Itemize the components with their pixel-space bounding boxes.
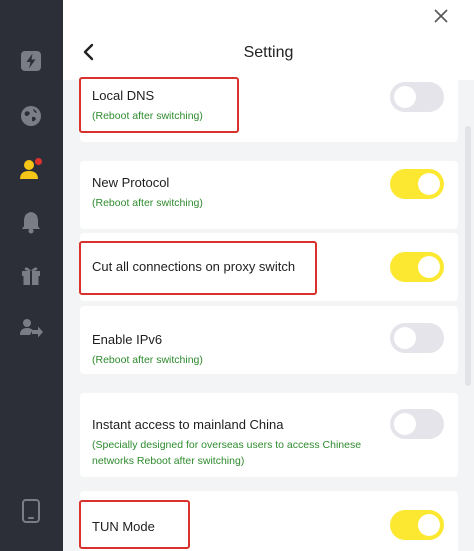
cut-connections-toggle[interactable] <box>390 252 444 282</box>
local-dns-toggle[interactable] <box>390 82 444 112</box>
bell-icon <box>22 212 40 234</box>
new-protocol-toggle[interactable] <box>390 169 444 199</box>
setting-enable-ipv6: Enable IPv6 (Reboot after switching) <box>80 306 458 374</box>
sidebar-item-device[interactable] <box>16 496 46 526</box>
sidebar-item-gifts[interactable] <box>16 260 46 290</box>
setting-subtitle: (Reboot after switching) <box>92 110 203 122</box>
setting-cut-connections: Cut all connections on proxy switch <box>80 233 458 301</box>
setting-tun-mode: TUN Mode <box>80 491 458 551</box>
setting-subtitle-line1: (Specially designed for overseas users t… <box>92 439 362 451</box>
toggle-knob <box>394 327 416 349</box>
setting-title: New Protocol <box>92 175 170 190</box>
close-button[interactable] <box>430 5 452 27</box>
device-icon <box>22 499 40 523</box>
sidebar-item-notifications[interactable] <box>16 207 46 237</box>
sidebar-item-speed[interactable] <box>16 46 46 76</box>
sidebar <box>0 0 63 551</box>
user-icon <box>20 158 42 179</box>
gift-icon <box>22 267 40 285</box>
setting-title: Local DNS <box>92 88 155 103</box>
setting-title: Cut all connections on proxy switch <box>92 259 296 274</box>
tun-mode-toggle[interactable] <box>390 510 444 540</box>
setting-subtitle: (Reboot after switching) <box>92 354 203 366</box>
settings-list[interactable]: Local DNS (Reboot after switching) New P… <box>63 80 474 551</box>
setting-title: TUN Mode <box>92 519 155 534</box>
scrollbar[interactable] <box>465 126 471 386</box>
toggle-knob <box>394 86 416 108</box>
setting-title: Enable IPv6 <box>92 332 163 347</box>
setting-subtitle-line2: networks Reboot after switching) <box>92 455 245 467</box>
setting-new-protocol: New Protocol (Reboot after switching) <box>80 161 458 229</box>
sidebar-item-invite[interactable] <box>16 312 46 342</box>
sidebar-item-servers[interactable] <box>16 101 46 131</box>
setting-mainland-access: Instant access to mainland China (Specia… <box>80 393 458 477</box>
sidebar-item-account[interactable] <box>16 154 46 184</box>
mainland-access-toggle[interactable] <box>390 409 444 439</box>
toggle-knob <box>418 514 440 536</box>
globe-icon <box>21 106 41 126</box>
lightning-icon <box>21 51 41 71</box>
header: Setting <box>63 0 474 80</box>
setting-title: Instant access to mainland China <box>92 417 284 432</box>
toggle-knob <box>418 173 440 195</box>
setting-local-dns: Local DNS (Reboot after switching) <box>80 80 458 142</box>
close-icon <box>434 9 448 23</box>
toggle-knob <box>418 256 440 278</box>
share-icon <box>20 319 43 338</box>
settings-panel: Setting Local DNS (Reboot after switchin… <box>63 0 474 551</box>
enable-ipv6-toggle[interactable] <box>390 323 444 353</box>
setting-subtitle: (Reboot after switching) <box>92 197 203 209</box>
toggle-knob <box>394 413 416 435</box>
page-title: Setting <box>243 44 294 61</box>
